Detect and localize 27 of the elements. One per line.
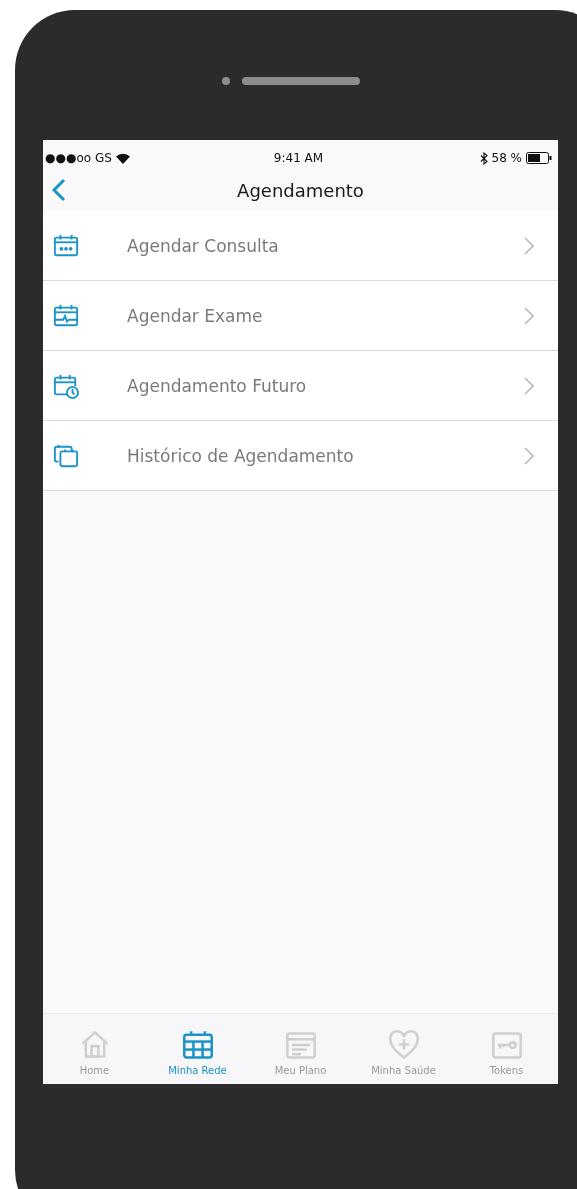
clock-time: 9:41 AM: [273, 151, 324, 165]
tab-item[interactable]: Minha Rede: [146, 1014, 249, 1084]
calendar-grid-icon: [180, 1028, 215, 1061]
menu-item[interactable]: Histórico de Agendamento: [43, 421, 558, 491]
bluetooth-icon: [479, 151, 488, 165]
battery-icon: [526, 152, 552, 164]
menu-item[interactable]: Agendar Consulta: [43, 211, 558, 281]
calendar-pulse-icon: [53, 302, 79, 329]
calendar-clock-icon: [53, 372, 79, 399]
chevron-right-icon: [524, 376, 534, 395]
heart-plus-icon: [386, 1028, 421, 1061]
calendar-dots-icon: [53, 232, 79, 259]
menu-item[interactable]: Agendamento Futuro: [43, 351, 558, 421]
tab-item[interactable]: Meu Plano: [249, 1014, 352, 1084]
chevron-right-icon: [524, 236, 534, 255]
wifi-icon: [115, 152, 130, 164]
screen-title: Agendamento: [237, 179, 364, 201]
menu-item[interactable]: Agendar Exame: [43, 281, 558, 351]
tab-item[interactable]: Tokens: [455, 1014, 558, 1084]
camera-dot: [222, 77, 230, 85]
chevron-right-icon: [524, 446, 534, 465]
chevron-right-icon: [524, 306, 534, 325]
stacked-calendars-icon: [53, 442, 79, 469]
tab-item[interactable]: Home: [43, 1014, 146, 1084]
carrier-label: ●●●oo GS: [45, 151, 112, 165]
tab-item[interactable]: Minha Saúde: [352, 1014, 455, 1084]
battery-percent: 58 %: [491, 151, 522, 165]
